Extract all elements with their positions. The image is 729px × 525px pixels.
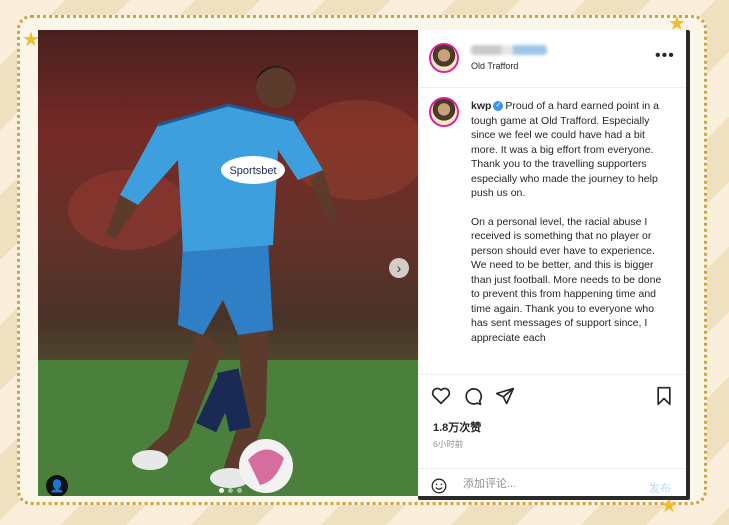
post-sidebar: Old Trafford ••• kwp ✓ Proud of a hard ear… — [418, 30, 686, 496]
avatar[interactable] — [429, 43, 459, 73]
carousel-dot — [228, 488, 233, 493]
post-timestamp[interactable]: 6小时前 — [433, 438, 463, 450]
caption-paragraph-2: On a personal level, the racial abuse I … — [471, 215, 662, 344]
share-icon[interactable] — [494, 385, 516, 407]
likes-count[interactable]: 1.8万次赞 — [433, 419, 481, 435]
emoji-icon[interactable] — [431, 478, 447, 494]
action-bar — [419, 374, 686, 407]
carousel-dots — [219, 488, 242, 493]
heart-icon[interactable] — [430, 385, 452, 407]
caption-text: kwp ✓ Proud of a hard earned point in a to… — [471, 99, 667, 359]
comment-input[interactable] — [463, 478, 623, 490]
more-icon[interactable]: ••• — [655, 47, 675, 65]
player-illustration: Sportsbet — [38, 30, 418, 496]
avatar[interactable] — [429, 97, 459, 127]
caption-paragraph-1: Proud of a hard earned point in a tough … — [471, 100, 659, 199]
caption-username[interactable]: kwp — [471, 100, 491, 112]
post-header: Old Trafford ••• — [419, 30, 686, 88]
carousel-dot — [219, 488, 224, 493]
post-photo[interactable]: Sportsbet › 👤 — [38, 30, 418, 496]
instagram-post: Sportsbet › 👤 Old Trafford ••• kwp ✓ Pro… — [38, 30, 686, 496]
username-blurred[interactable] — [471, 45, 547, 55]
bookmark-icon[interactable] — [653, 385, 675, 407]
post-comment-button[interactable]: 发布 — [649, 480, 671, 496]
comment-icon[interactable] — [462, 385, 484, 407]
user-tag-icon[interactable]: 👤 — [46, 475, 68, 496]
sponsor-text: Sportsbet — [229, 165, 276, 177]
caption-area: kwp ✓ Proud of a hard earned point in a to… — [419, 87, 686, 373]
location-label[interactable]: Old Trafford — [471, 61, 518, 71]
verified-icon: ✓ — [493, 101, 504, 112]
carousel-dot — [237, 488, 242, 493]
carousel-next-button[interactable]: › — [389, 258, 409, 278]
comment-bar: 发布 — [419, 468, 686, 496]
